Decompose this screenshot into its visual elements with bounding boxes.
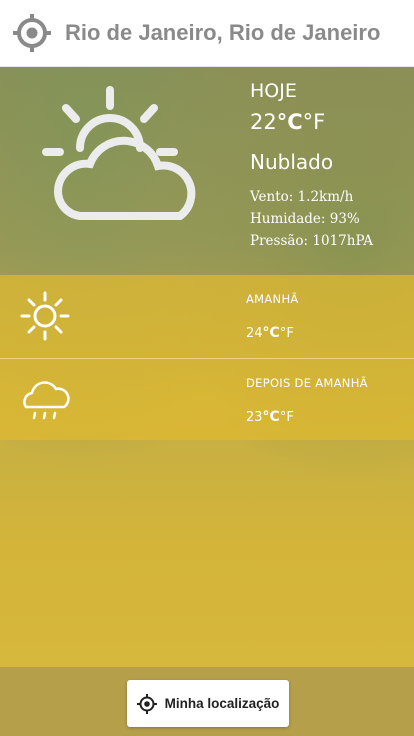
forecast-panel: AMANHÃ 24°C°F DEPOIS DE AMANHÃ 23°C°F: [0, 275, 414, 440]
today-label: HOJE: [250, 80, 297, 102]
city-name: Rio de Janeiro, Rio de Janeiro: [65, 20, 381, 45]
celsius-toggle[interactable]: °C: [277, 110, 303, 134]
today-temp-value: 22: [250, 110, 277, 134]
bottom-bar: Minha localização: [0, 667, 414, 736]
forecast-temp-value: 23: [246, 410, 263, 425]
humidity-text: Humidade: 93%: [250, 211, 360, 227]
forecast-row-day-after: DEPOIS DE AMANHÃ 23°C°F: [0, 358, 414, 441]
locate-button[interactable]: [11, 12, 53, 54]
forecast-temperature: 23°C°F: [246, 409, 294, 425]
my-location-button[interactable]: Minha localização: [127, 680, 289, 727]
forecast-temperature: 24°C°F: [246, 325, 294, 341]
crosshair-icon: [13, 14, 51, 52]
top-bar: Rio de Janeiro, Rio de Janeiro: [0, 0, 414, 67]
today-details: Vento: 1.2km/h Humidade: 93% Pressão: 10…: [250, 186, 373, 252]
wind-text: Vento: 1.2km/h: [250, 189, 354, 205]
today-info: HOJE 22°C°F Nublado Vento: 1.2km/h Humid…: [250, 80, 373, 252]
crosshair-icon: [136, 693, 157, 714]
fahrenheit-unit: °F: [279, 326, 294, 341]
forecast-day-label: DEPOIS DE AMANHÃ: [246, 376, 368, 390]
sun-icon: [20, 291, 70, 341]
pressure-text: Pressão: 1017hPA: [250, 233, 374, 249]
celsius-unit: °C: [262, 409, 280, 425]
today-temperature: 22°C°F: [250, 110, 373, 134]
forecast-day-label: AMANHÃ: [246, 292, 299, 306]
forecast-temp-value: 24: [246, 326, 263, 341]
today-condition: Nublado: [250, 150, 334, 174]
fahrenheit-unit: °F: [279, 410, 294, 425]
partly-cloudy-icon: [42, 86, 196, 220]
rain-cloud-icon: [23, 381, 70, 420]
fahrenheit-toggle[interactable]: °F: [303, 110, 326, 134]
celsius-unit: °C: [262, 325, 280, 341]
my-location-label: Minha localização: [164, 696, 280, 711]
forecast-row-tomorrow: AMANHÃ 24°C°F: [0, 275, 414, 357]
